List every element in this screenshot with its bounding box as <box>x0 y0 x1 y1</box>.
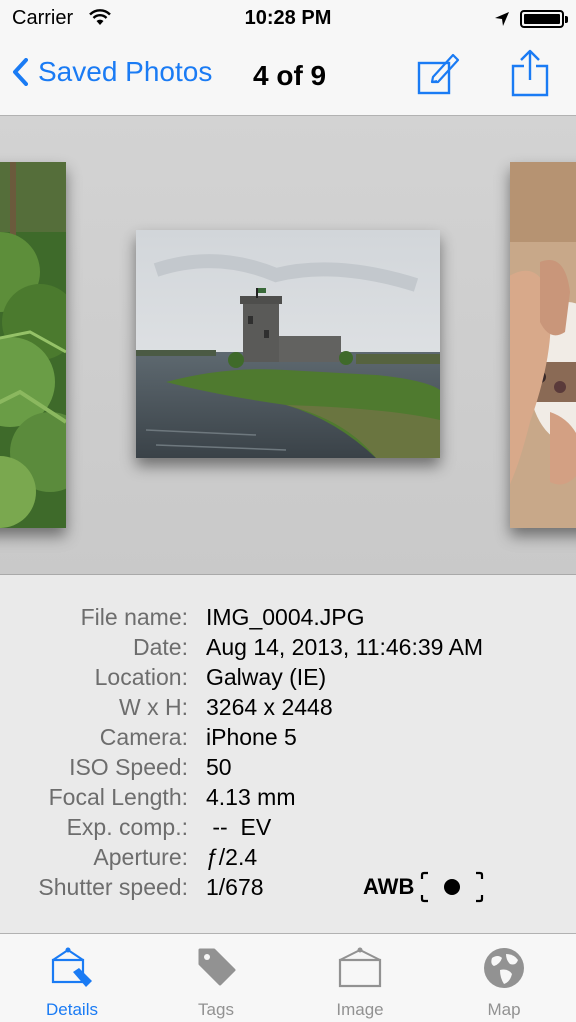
detail-value: iPhone 5 <box>206 724 297 750</box>
detail-label: File name: <box>80 604 188 630</box>
location-arrow-icon <box>494 10 510 33</box>
detail-row-file-name: File name: IMG_0004.JPG <box>0 604 576 634</box>
detail-value: 1/678 <box>206 874 264 900</box>
detail-row-camera: Camera: iPhone 5 <box>0 724 576 754</box>
detail-row-date: Date: Aug 14, 2013, 11:46:39 AM <box>0 634 576 664</box>
photo-carousel[interactable] <box>0 116 576 575</box>
current-photo-thumbnail[interactable] <box>136 230 440 458</box>
detail-value: 50 <box>206 754 232 780</box>
detail-row-iso: ISO Speed: 50 <box>0 754 576 784</box>
detail-row-dimensions: W x H: 3264 x 2448 <box>0 694 576 724</box>
edit-button[interactable] <box>416 52 462 101</box>
tab-bar: Details Tags Image Map <box>0 933 576 1022</box>
detail-label: Shutter speed: <box>38 874 188 900</box>
compose-icon <box>417 53 460 95</box>
detail-label: Aperture: <box>93 844 188 870</box>
tag-icon <box>198 948 236 986</box>
tab-map[interactable]: Map <box>432 934 576 1022</box>
detail-row-location: Location: Galway (IE) <box>0 664 576 694</box>
share-icon <box>511 49 549 97</box>
image-icon <box>338 947 382 988</box>
tab-label: Details <box>46 1000 98 1019</box>
back-button[interactable]: Saved Photos <box>12 56 212 88</box>
detail-value: -- EV <box>206 814 272 840</box>
white-balance-indicator: AWB <box>363 870 484 904</box>
awb-label: AWB <box>363 874 415 899</box>
battery-icon <box>520 10 568 28</box>
tab-label: Map <box>487 1000 521 1019</box>
detail-label: W x H: <box>119 694 188 720</box>
detail-value: 3264 x 2448 <box>206 694 333 720</box>
detail-row-aperture: Aperture: ƒ/2.4 <box>0 844 576 874</box>
tab-tags[interactable]: Tags <box>144 934 288 1022</box>
detail-row-exposure-compensation: Exp. comp.: -- EV <box>0 814 576 844</box>
detail-label: Exp. comp.: <box>66 814 188 840</box>
next-photo-thumbnail[interactable] <box>510 162 576 528</box>
detail-label: Location: <box>94 664 188 690</box>
share-button[interactable] <box>510 48 550 103</box>
globe-icon <box>484 948 524 988</box>
chevron-left-icon <box>13 58 28 86</box>
back-button-label: Saved Photos <box>38 56 213 87</box>
clock: 10:28 PM <box>244 7 332 29</box>
detail-value: Aug 14, 2013, 11:46:39 AM <box>206 634 484 660</box>
detail-row-focal-length: Focal Length: 4.13 mm <box>0 784 576 814</box>
previous-photo-thumbnail[interactable] <box>0 162 66 528</box>
detail-value: Galway (IE) <box>206 664 327 690</box>
tab-details[interactable]: Details <box>0 934 144 1022</box>
detail-value: IMG_0004.JPG <box>206 604 365 630</box>
detail-value: ƒ/2.4 <box>206 844 258 870</box>
tab-label: Image <box>336 1000 384 1019</box>
metering-icon <box>421 871 484 903</box>
detail-value: 4.13 mm <box>206 784 296 810</box>
detail-label: Camera: <box>99 724 188 750</box>
photo-counter: 4 of 9 <box>253 60 327 91</box>
detail-label: ISO Speed: <box>69 754 188 780</box>
navigation-bar: Saved Photos 4 of 9 <box>0 40 576 116</box>
detail-label: Date: <box>133 634 188 660</box>
detail-label: Focal Length: <box>48 784 188 810</box>
details-icon <box>51 947 92 987</box>
status-bar: Carrier 10:28 PM <box>0 0 576 40</box>
tab-image[interactable]: Image <box>288 934 432 1022</box>
photo-details-panel: File name: IMG_0004.JPG Date: Aug 14, 20… <box>0 576 576 933</box>
detail-row-shutter-speed: Shutter speed: 1/678 <box>0 874 576 904</box>
tab-label: Tags <box>198 1000 234 1019</box>
